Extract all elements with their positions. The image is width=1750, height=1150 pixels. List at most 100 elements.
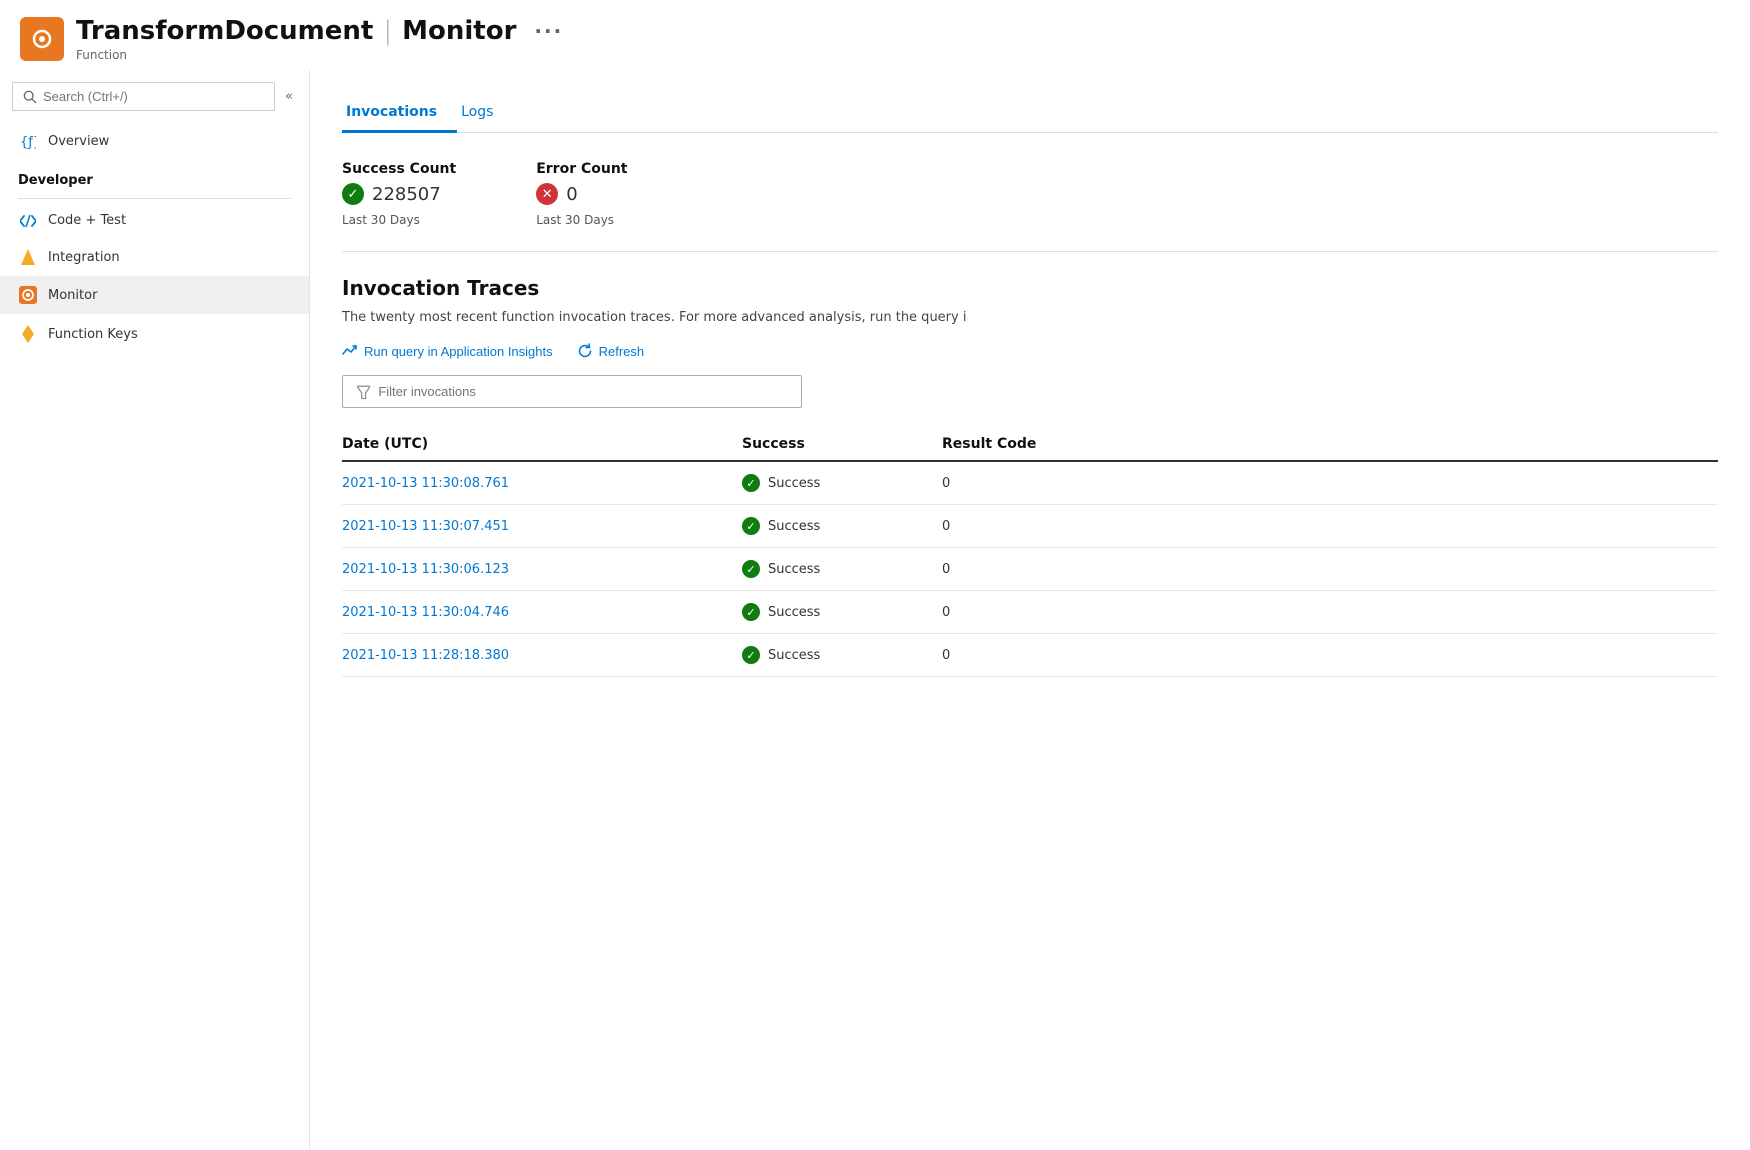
row-success-label-0: Success [768, 476, 820, 491]
header-title-block: TransformDocument | Monitor ··· Function [76, 16, 563, 62]
table-header: Date (UTC) Success Result Code [342, 428, 1718, 462]
col-result-code: Result Code [942, 436, 1122, 452]
invocation-traces-title: Invocation Traces [342, 276, 1718, 300]
app-name: TransformDocument [76, 16, 373, 46]
run-query-icon [342, 344, 358, 358]
success-count-label: Success Count [342, 161, 456, 177]
row-success-icon-1: ✓ [742, 517, 760, 535]
success-check-icon: ✓ [342, 183, 364, 205]
search-box[interactable] [12, 82, 275, 111]
stat-success: Success Count ✓ 228507 Last 30 Days [342, 161, 456, 227]
tabs: Invocations Logs [342, 94, 1718, 133]
error-count-label: Error Count [536, 161, 627, 177]
sidebar: « {ƒ} Overview Developer Code + Te [0, 70, 310, 1150]
row-success-icon-3: ✓ [742, 603, 760, 621]
row-date-4[interactable]: 2021-10-13 11:28:18.380 [342, 647, 742, 663]
refresh-label: Refresh [599, 344, 645, 359]
developer-divider [18, 198, 291, 199]
sidebar-item-label-overview: Overview [48, 134, 109, 149]
sidebar-item-overview[interactable]: {ƒ} Overview [0, 123, 309, 159]
error-period: Last 30 Days [536, 213, 627, 227]
success-period: Last 30 Days [342, 213, 456, 227]
row-success-3: ✓ Success [742, 603, 942, 621]
row-result-code-0: 0 [942, 476, 1122, 491]
row-result-code-4: 0 [942, 648, 1122, 663]
sidebar-item-integration[interactable]: Integration [0, 238, 309, 276]
table-row: 2021-10-13 11:30:08.761 ✓ Success 0 [342, 462, 1718, 505]
row-date-3[interactable]: 2021-10-13 11:30:04.746 [342, 604, 742, 620]
function-keys-icon [18, 324, 38, 344]
row-success-icon-0: ✓ [742, 474, 760, 492]
header: TransformDocument | Monitor ··· Function [0, 0, 1750, 70]
run-query-button[interactable]: Run query in Application Insights [342, 344, 553, 359]
row-date-0[interactable]: 2021-10-13 11:30:08.761 [342, 475, 742, 491]
date-link-4[interactable]: 2021-10-13 11:28:18.380 [342, 648, 509, 663]
date-link-0[interactable]: 2021-10-13 11:30:08.761 [342, 476, 509, 491]
date-link-1[interactable]: 2021-10-13 11:30:07.451 [342, 519, 509, 534]
row-result-code-3: 0 [942, 605, 1122, 620]
stats-divider [342, 251, 1718, 252]
sidebar-item-label-integration: Integration [48, 250, 120, 265]
error-x-icon: ✕ [536, 183, 558, 205]
search-container: « [0, 82, 309, 123]
error-count-value: 0 [566, 184, 577, 205]
success-count-value: 228507 [372, 184, 441, 205]
title-separator: | [383, 16, 392, 46]
sidebar-item-monitor[interactable]: Monitor [0, 276, 309, 314]
section-label-developer: Developer [0, 159, 309, 194]
action-row: Run query in Application Insights Refres… [342, 343, 1718, 359]
tab-logs[interactable]: Logs [457, 94, 513, 133]
error-value-row: ✕ 0 [536, 183, 627, 205]
refresh-icon [577, 343, 593, 359]
code-test-icon [18, 214, 38, 228]
filter-invocations-box[interactable] [342, 375, 802, 408]
filter-icon [357, 385, 370, 399]
row-success-1: ✓ Success [742, 517, 942, 535]
monitor-icon [18, 286, 38, 304]
filter-input[interactable] [378, 384, 787, 399]
header-subtitle: Function [76, 48, 563, 62]
page-title: Monitor [402, 16, 516, 46]
row-success-label-1: Success [768, 519, 820, 534]
invocation-traces-table: Date (UTC) Success Result Code 2021-10-1… [342, 428, 1718, 677]
search-icon [23, 90, 37, 104]
invocation-traces-desc: The twenty most recent function invocati… [342, 310, 1718, 325]
row-result-code-1: 0 [942, 519, 1122, 534]
refresh-button[interactable]: Refresh [577, 343, 645, 359]
sidebar-item-label-monitor: Monitor [48, 288, 97, 303]
date-link-3[interactable]: 2021-10-13 11:30:04.746 [342, 605, 509, 620]
sidebar-item-label-function-keys: Function Keys [48, 327, 138, 342]
overview-icon: {ƒ} [18, 133, 38, 149]
app-icon [20, 17, 64, 61]
tab-invocations[interactable]: Invocations [342, 94, 457, 133]
table-row: 2021-10-13 11:30:07.451 ✓ Success 0 [342, 505, 1718, 548]
row-result-code-2: 0 [942, 562, 1122, 577]
sidebar-item-label-code-test: Code + Test [48, 213, 126, 228]
row-success-2: ✓ Success [742, 560, 942, 578]
col-success: Success [742, 436, 942, 452]
row-success-icon-4: ✓ [742, 646, 760, 664]
svg-text:{ƒ}: {ƒ} [20, 135, 36, 149]
sidebar-item-code-test[interactable]: Code + Test [0, 203, 309, 238]
sidebar-item-function-keys[interactable]: Function Keys [0, 314, 309, 354]
run-query-label: Run query in Application Insights [364, 344, 553, 359]
collapse-sidebar-button[interactable]: « [281, 85, 297, 108]
row-date-2[interactable]: 2021-10-13 11:30:06.123 [342, 561, 742, 577]
row-success-icon-2: ✓ [742, 560, 760, 578]
search-input[interactable] [43, 89, 264, 104]
stats-row: Success Count ✓ 228507 Last 30 Days Erro… [342, 161, 1718, 227]
row-date-1[interactable]: 2021-10-13 11:30:07.451 [342, 518, 742, 534]
more-options-button[interactable]: ··· [534, 19, 563, 43]
table-row: 2021-10-13 11:28:18.380 ✓ Success 0 [342, 634, 1718, 677]
row-success-label-2: Success [768, 562, 820, 577]
integration-icon [18, 248, 38, 266]
header-title: TransformDocument | Monitor ··· [76, 16, 563, 46]
table-row: 2021-10-13 11:30:04.746 ✓ Success 0 [342, 591, 1718, 634]
row-success-4: ✓ Success [742, 646, 942, 664]
table-row: 2021-10-13 11:30:06.123 ✓ Success 0 [342, 548, 1718, 591]
row-success-label-3: Success [768, 605, 820, 620]
col-date: Date (UTC) [342, 436, 742, 452]
success-value-row: ✓ 228507 [342, 183, 456, 205]
date-link-2[interactable]: 2021-10-13 11:30:06.123 [342, 562, 509, 577]
row-success-label-4: Success [768, 648, 820, 663]
